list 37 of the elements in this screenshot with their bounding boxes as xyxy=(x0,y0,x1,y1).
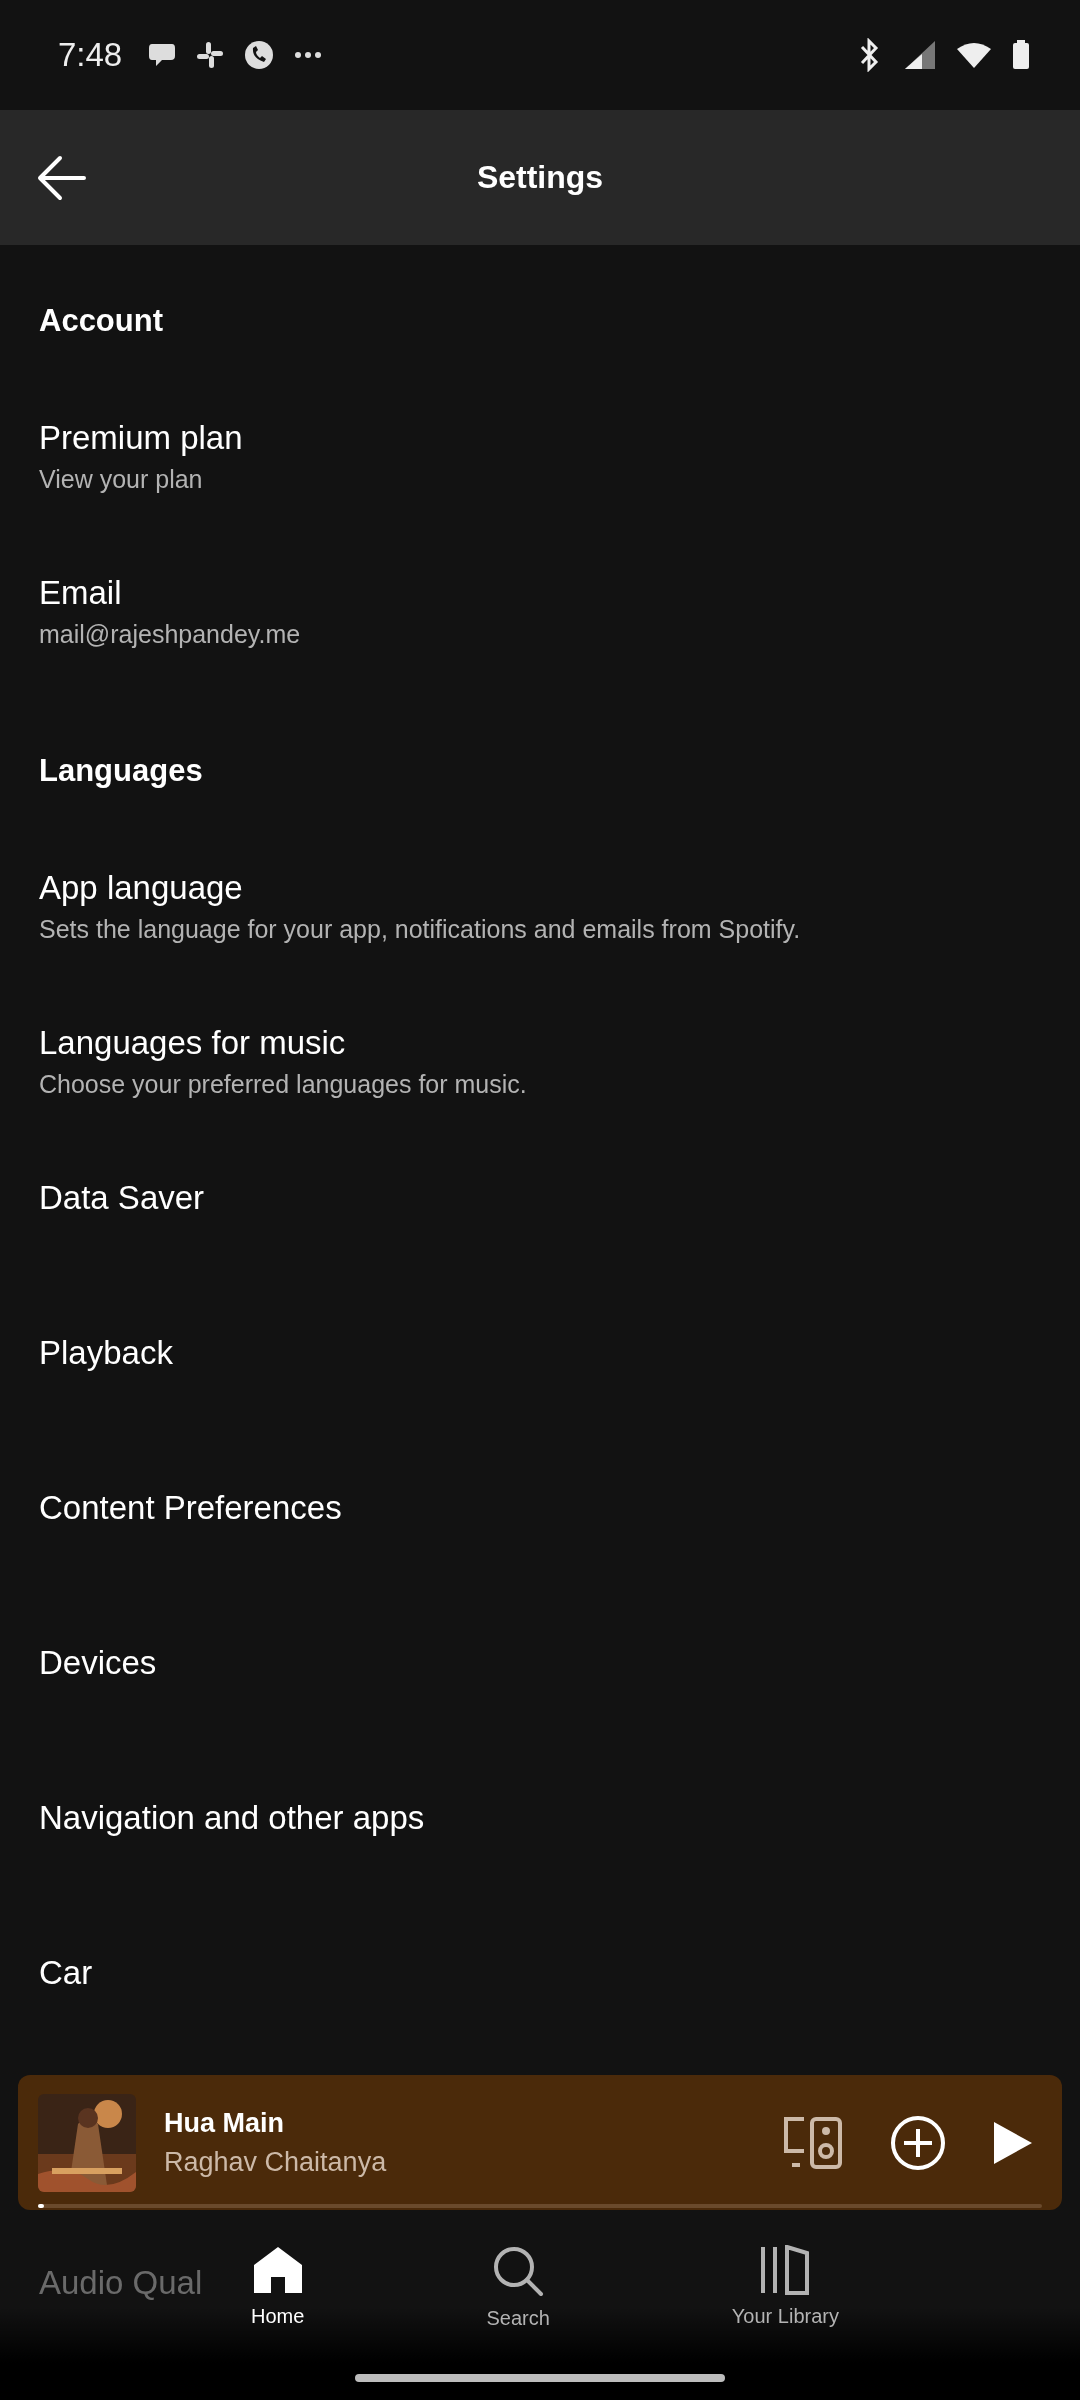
setting-title[interactable]: Email xyxy=(39,574,122,612)
search-icon xyxy=(492,2245,545,2297)
play-button[interactable] xyxy=(992,2119,1034,2166)
setting-description: mail@rajeshpandey.me xyxy=(39,620,301,649)
home-icon xyxy=(251,2245,304,2295)
artist-name: Raghav Chaitanya xyxy=(164,2146,388,2178)
setting-title[interactable]: Content Preferences xyxy=(39,1489,342,1527)
setting-title[interactable]: Languages for music xyxy=(39,1024,346,1062)
library-icon xyxy=(759,2245,812,2295)
setting-title[interactable]: Data Saver xyxy=(39,1179,205,1217)
signal-icon xyxy=(904,40,936,70)
setting-description: Sets the language for your app, notifications and emails from Spotify. xyxy=(39,915,801,944)
setting-title[interactable]: App language xyxy=(39,869,243,907)
phone-icon xyxy=(244,40,275,70)
devices-button[interactable] xyxy=(782,2114,844,2171)
mini-player[interactable]: Hua Main Raghav Chaitanya xyxy=(18,2075,1062,2210)
section-heading: Languages xyxy=(39,753,203,789)
setting-title[interactable]: Premium plan xyxy=(39,419,243,457)
battery-icon xyxy=(1012,40,1030,70)
section-heading: Account xyxy=(39,303,163,339)
wifi-icon xyxy=(956,41,992,69)
setting-description: Choose your preferred languages for music. xyxy=(39,1070,527,1099)
setting-title[interactable]: Playback xyxy=(39,1334,173,1372)
nav-tab[interactable]: Search xyxy=(486,2245,550,2330)
nav-tab[interactable]: Home xyxy=(251,2245,305,2328)
setting-description: View your plan xyxy=(39,465,203,494)
more-icon xyxy=(294,51,323,59)
add-button[interactable] xyxy=(890,2114,946,2171)
setting-title[interactable]: Devices xyxy=(39,1644,157,1682)
chat-icon xyxy=(148,42,177,68)
grid-icon xyxy=(196,41,225,69)
track-title: Hua Main xyxy=(164,2107,285,2139)
nav-tab[interactable]: Your Library xyxy=(731,2245,839,2328)
clock: 7:48 xyxy=(58,36,123,74)
setting-title[interactable]: Navigation and other apps xyxy=(39,1799,425,1837)
page-title: Settings xyxy=(476,159,604,196)
setting-title[interactable]: Car xyxy=(39,1954,93,1992)
